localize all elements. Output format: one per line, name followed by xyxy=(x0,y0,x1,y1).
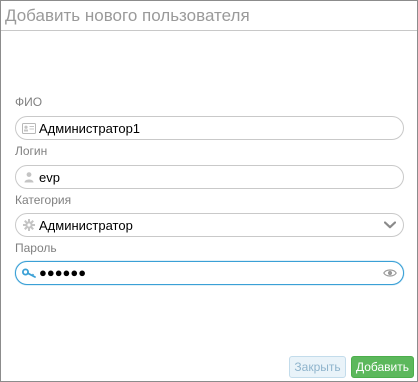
login-field[interactable]: evp xyxy=(15,165,404,189)
password-value: ●●●●●● xyxy=(39,265,87,280)
fio-value: Администратор1 xyxy=(39,121,141,136)
fio-field[interactable]: Администратор1 xyxy=(15,116,404,140)
password-label: Пароль xyxy=(15,241,57,255)
close-button[interactable]: Закрыть xyxy=(289,356,346,378)
category-select[interactable]: Администратор xyxy=(15,213,404,237)
title-divider xyxy=(1,30,417,31)
chevron-down-icon[interactable] xyxy=(383,218,397,232)
login-label: Логин xyxy=(15,144,48,158)
key-icon xyxy=(22,266,36,280)
password-field[interactable]: ●●●●●● xyxy=(15,261,404,285)
gear-icon xyxy=(22,218,36,232)
eye-icon[interactable] xyxy=(383,266,397,280)
fio-label: ФИО xyxy=(15,95,43,109)
id-card-icon xyxy=(22,121,36,135)
add-user-dialog: Добавить нового пользователя ФИО Админис… xyxy=(0,0,418,382)
category-label: Категория xyxy=(15,193,72,207)
user-icon xyxy=(22,170,36,184)
dialog-title: Добавить нового пользователя xyxy=(5,6,250,25)
category-value: Администратор xyxy=(39,218,133,233)
login-value: evp xyxy=(39,170,60,185)
add-button[interactable]: Добавить xyxy=(351,356,414,378)
